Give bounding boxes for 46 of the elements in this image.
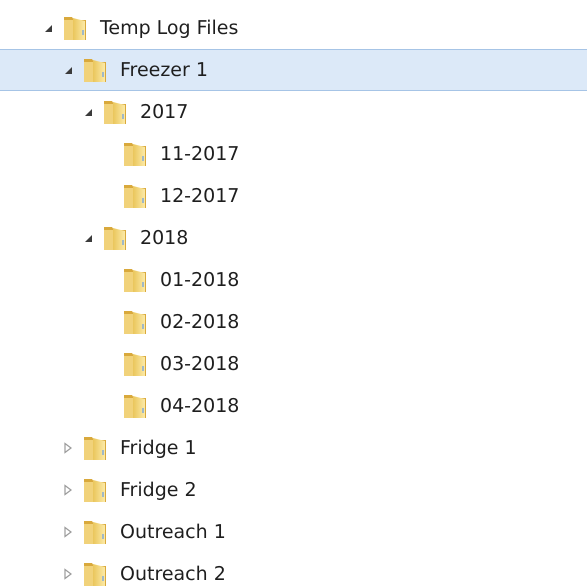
tree-row[interactable]: 01-2018 (0, 259, 587, 301)
tree-row[interactable]: Temp Log Files (0, 7, 587, 49)
folder-label: 12-2017 (160, 184, 240, 209)
tree-row[interactable]: 03-2018 (0, 343, 587, 385)
collapsed-arrow-icon[interactable] (62, 484, 74, 496)
folder-label: Temp Log Files (100, 16, 238, 41)
folder-icon (82, 56, 108, 84)
collapsed-arrow-icon[interactable] (62, 526, 74, 538)
collapsed-arrow-icon[interactable] (62, 568, 74, 580)
folder-label: Fridge 2 (120, 478, 197, 503)
folder-label: Outreach 1 (120, 520, 226, 545)
folder-icon (122, 140, 148, 168)
folder-icon (82, 518, 108, 546)
folder-icon (82, 476, 108, 504)
folder-icon (122, 266, 148, 294)
tree-row[interactable]: 11-2017 (0, 133, 587, 175)
folder-label: 2018 (140, 226, 188, 251)
folder-label: 02-2018 (160, 310, 240, 335)
folder-icon (102, 224, 128, 252)
tree-row[interactable]: Fridge 1 (0, 427, 587, 469)
folder-label: 04-2018 (160, 394, 240, 419)
folder-icon (82, 434, 108, 462)
folder-label: 03-2018 (160, 352, 240, 377)
folder-icon (122, 392, 148, 420)
folder-label: 11-2017 (160, 142, 240, 167)
folder-icon (122, 308, 148, 336)
folder-label: 2017 (140, 100, 188, 125)
tree-row[interactable]: Outreach 2 (0, 553, 587, 588)
selected-tree-row[interactable]: Freezer 1 (0, 49, 587, 91)
tree-row[interactable]: 2017 (0, 91, 587, 133)
folder-label: 01-2018 (160, 268, 240, 293)
tree-row[interactable]: 02-2018 (0, 301, 587, 343)
folder-icon (122, 182, 148, 210)
folder-label: Fridge 1 (120, 436, 197, 461)
tree-row[interactable]: 04-2018 (0, 385, 587, 427)
tree-row[interactable]: Outreach 1 (0, 511, 587, 553)
collapsed-arrow-icon[interactable] (62, 442, 74, 454)
folder-icon (102, 98, 128, 126)
folder-label: Outreach 2 (120, 562, 226, 587)
folder-icon (82, 560, 108, 588)
folder-icon (122, 350, 148, 378)
folder-icon (62, 14, 88, 42)
tree-row[interactable]: 2018 (0, 217, 587, 259)
tree-row[interactable]: 12-2017 (0, 175, 587, 217)
folder-label: Freezer 1 (120, 58, 208, 83)
tree-row[interactable]: Fridge 2 (0, 469, 587, 511)
